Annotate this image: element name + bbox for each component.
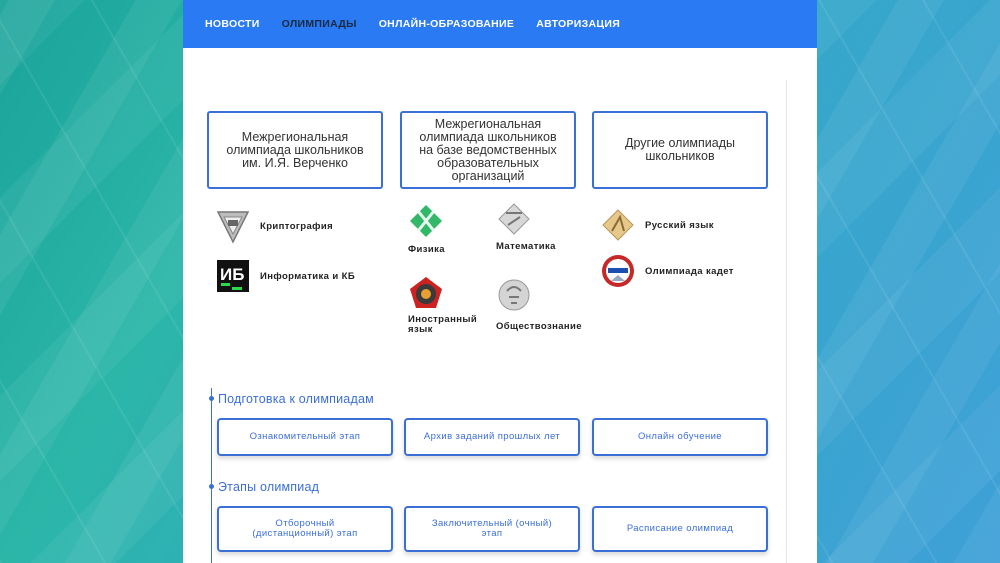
button-label: Расписание олимпиад (626, 523, 734, 534)
olympiad-label: Иностранный язык (408, 314, 478, 335)
nav-authorization[interactable]: АВТОРИЗАЦИЯ (536, 18, 620, 30)
timeline-dot (209, 484, 214, 489)
social-studies-icon (498, 279, 530, 311)
olympiad-label: Обществознание (496, 321, 582, 332)
olympiad-russian-language[interactable]: Русский язык (600, 207, 714, 243)
qualifying-stage-button[interactable]: Отборочный (дистанционный) этап (217, 506, 393, 552)
russian-language-icon (602, 209, 634, 241)
page-container: НОВОСТИ ОЛИМПИАДЫ ОНЛАЙН-ОБРАЗОВАНИЕ АВТ… (183, 0, 817, 563)
olympiad-label: Информатика и КБ (260, 270, 356, 282)
button-label: Ознакомительный этап (249, 431, 361, 442)
final-stage-button[interactable]: Заключительный (очный) этап (404, 506, 580, 552)
button-label: Заключительный (очный) этап (431, 518, 553, 539)
cryptography-icon (216, 211, 250, 244)
informatics-icon: ИБ (217, 260, 249, 292)
cadet-icon (602, 255, 634, 287)
olympiad-informatics[interactable]: ИБ Информатика и КБ (215, 258, 355, 294)
online-learning-button[interactable]: Онлайн обучение (592, 418, 768, 456)
nav-news[interactable]: НОВОСТИ (205, 18, 260, 30)
svg-text:ИБ: ИБ (220, 265, 244, 284)
olympiad-label: Криптография (260, 220, 334, 232)
schedule-button[interactable]: Расписание олимпиад (592, 506, 768, 552)
olympiad-cryptography[interactable]: Криптография (215, 208, 333, 244)
category-verchenko[interactable]: Межрегиональная олимпиада школьников им.… (207, 111, 383, 189)
button-label: Архив заданий прошлых лет (423, 431, 561, 442)
category-verchenko-title: Межрегиональная олимпиада школьников им.… (226, 129, 364, 170)
foreign-language-icon (410, 277, 442, 308)
nav-olympiads[interactable]: ОЛИМПИАДЫ (282, 18, 357, 30)
category-other-title: Другие олимпиады школьников (624, 136, 736, 163)
olympiad-foreign-language[interactable]: Иностранный язык (408, 275, 478, 335)
button-label: Отборочный (дистанционный) этап (252, 518, 358, 539)
olympiad-physics[interactable]: Физика (408, 203, 445, 255)
category-other[interactable]: Другие олимпиады школьников (592, 111, 768, 189)
olympiad-label: Математика (496, 241, 556, 252)
olympiad-cadet[interactable]: Олимпиада кадет (600, 253, 734, 289)
math-icon (498, 203, 530, 235)
nav-online-education[interactable]: ОНЛАЙН-ОБРАЗОВАНИЕ (379, 18, 515, 30)
olympiad-label: Олимпиада кадет (645, 265, 734, 277)
olympiad-label: Русский язык (645, 219, 714, 231)
timeline-line (211, 388, 212, 563)
section-stages-title: Этапы олимпиад (218, 480, 320, 494)
section-preparation-title: Подготовка к олимпиадам (218, 392, 374, 406)
intro-stage-button[interactable]: Ознакомительный этап (217, 418, 393, 456)
category-departmental[interactable]: Межрегиональная олимпиада школьников на … (400, 111, 576, 189)
top-navigation: НОВОСТИ ОЛИМПИАДЫ ОНЛАЙН-ОБРАЗОВАНИЕ АВТ… (183, 0, 817, 48)
content-divider (786, 80, 787, 563)
physics-icon (410, 205, 442, 237)
olympiad-social-studies[interactable]: Обществознание (496, 277, 582, 332)
timeline-dot (209, 396, 214, 401)
olympiad-math[interactable]: Математика (496, 201, 556, 252)
button-label: Онлайн обучение (638, 431, 722, 442)
archive-button[interactable]: Архив заданий прошлых лет (404, 418, 580, 456)
olympiad-label: Физика (408, 244, 445, 255)
category-departmental-title: Межрегиональная олимпиада школьников на … (419, 116, 557, 183)
